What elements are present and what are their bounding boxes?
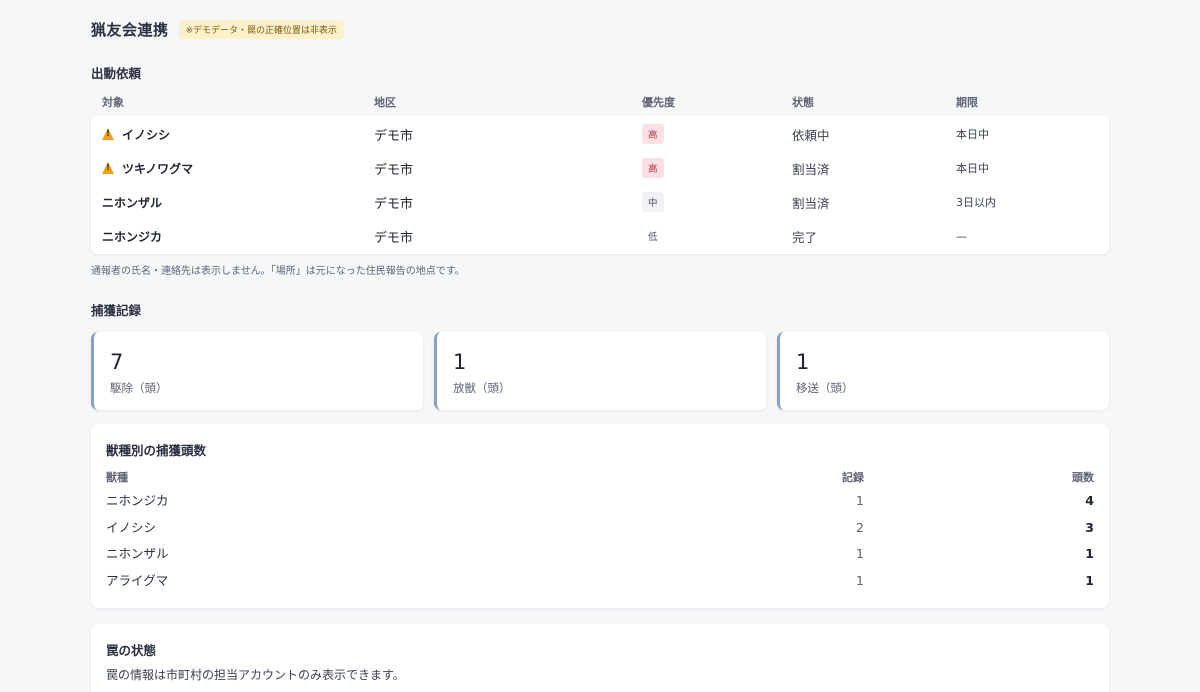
requests-table: イノシシ デモ市 高 依頼中 本日中 ツキノワグマ デモ市 高 割当済 本日中 … — [91, 116, 1109, 254]
trap-status-text: 罠の情報は市町村の担当アカウントのみ表示できます。 — [106, 668, 405, 682]
requests-section-title: 出動依頼 — [91, 66, 142, 81]
stat-label: 放獣（頭） — [453, 381, 511, 395]
column-header-area: 地区 — [374, 96, 396, 109]
priority-badge: 高 — [642, 124, 664, 144]
species-count: 4 — [1085, 493, 1094, 508]
demo-data-badge: ※デモデータ・罠の正確位置は非表示 — [178, 19, 345, 39]
species-name: イノシシ — [106, 520, 157, 535]
request-status: 割当済 — [792, 161, 830, 177]
table-row: アライグマ 1 1 — [91, 568, 1109, 594]
request-target-label: ニホンジカ — [102, 229, 163, 244]
request-status: 割当済 — [792, 195, 830, 211]
table-row[interactable]: ニホンザル デモ市 中 割当済 3日以内 — [91, 185, 1109, 219]
warning-icon — [102, 128, 114, 140]
request-deadline: 本日中 — [956, 128, 989, 141]
request-priority: 低 — [642, 219, 664, 253]
table-row[interactable]: イノシシ デモ市 高 依頼中 本日中 — [91, 117, 1109, 151]
request-area: デモ市 — [374, 230, 414, 246]
stat-value: 1 — [796, 350, 810, 374]
table-row[interactable]: ニホンジカ デモ市 低 完了 — — [91, 219, 1109, 253]
species-capture-table: 獣種別の捕獲頭数 獣種 記録 頭数 ニホンジカ 1 4 イノシシ 2 3 ニホン… — [91, 424, 1109, 608]
column-header-status: 状態 — [792, 96, 814, 109]
request-area: デモ市 — [374, 162, 414, 178]
request-target-label: ツキノワグマ — [122, 161, 194, 176]
priority-badge: 高 — [642, 158, 664, 178]
column-header-target: 対象 — [102, 96, 124, 109]
stat-value: 7 — [110, 350, 124, 374]
column-header-count: 頭数 — [1072, 471, 1094, 484]
request-priority: 高 — [642, 117, 664, 151]
species-name: アライグマ — [106, 573, 169, 588]
stat-card-relocated: 1 移送（頭） — [777, 332, 1109, 410]
request-deadline: 3日以内 — [956, 196, 996, 209]
column-header-priority: 優先度 — [642, 96, 675, 109]
stat-label: 駆除（頭） — [110, 381, 168, 395]
table-row: イノシシ 2 3 — [91, 515, 1109, 541]
column-header-deadline: 期限 — [956, 96, 978, 109]
species-count: 3 — [1085, 520, 1094, 535]
species-count: 1 — [1085, 546, 1094, 561]
privacy-note: 通報者の氏名・連絡先は表示しません。「場所」は元になった住民報告の地点です。 — [91, 266, 465, 277]
species-table-header: 獣種 記録 頭数 — [91, 470, 1109, 486]
stat-card-released: 1 放獣（頭） — [434, 332, 766, 410]
stat-value: 1 — [453, 350, 467, 374]
table-row: ニホンジカ 1 4 — [91, 488, 1109, 514]
requests-table-header: 対象 地区 優先度 状態 期限 — [91, 94, 1109, 112]
request-priority: 中 — [642, 185, 664, 219]
request-target: イノシシ — [102, 117, 170, 151]
page-title: 猟友会連携 — [91, 20, 169, 39]
species-name: ニホンザル — [106, 546, 169, 561]
table-row[interactable]: ツキノワグマ デモ市 高 割当済 本日中 — [91, 151, 1109, 185]
request-status: 完了 — [792, 229, 818, 245]
request-target: ニホンザル — [102, 185, 162, 219]
trap-status-title: 罠の状態 — [106, 643, 157, 658]
stat-label: 移送（頭） — [796, 381, 854, 395]
page-header: 猟友会連携 ※デモデータ・罠の正確位置は非表示 — [91, 18, 345, 40]
request-status: 依頼中 — [792, 127, 830, 143]
request-target: ツキノワグマ — [102, 151, 193, 185]
request-area: デモ市 — [374, 196, 414, 212]
request-target-label: イノシシ — [122, 127, 171, 142]
request-area: デモ市 — [374, 128, 414, 144]
species-records: 1 — [856, 546, 864, 561]
captures-section-title: 捕獲記録 — [91, 303, 142, 318]
request-deadline: — — [956, 229, 967, 243]
species-records: 1 — [856, 573, 864, 588]
stat-card-culled: 7 駆除（頭） — [91, 332, 423, 410]
column-header-records: 記録 — [842, 471, 864, 484]
request-target: ニホンジカ — [102, 219, 162, 253]
priority-badge: 中 — [642, 192, 664, 212]
priority-badge: 低 — [648, 232, 658, 243]
table-row: ニホンザル 1 1 — [91, 541, 1109, 567]
species-count: 1 — [1085, 573, 1094, 588]
request-target-label: ニホンザル — [102, 195, 163, 210]
species-records: 1 — [856, 493, 864, 508]
species-name: ニホンジカ — [106, 493, 169, 508]
species-records: 2 — [856, 520, 864, 535]
column-header-species: 獣種 — [106, 471, 128, 484]
trap-status-card: 罠の状態 罠の情報は市町村の担当アカウントのみ表示できます。 — [91, 624, 1109, 692]
warning-icon — [102, 162, 114, 174]
request-priority: 高 — [642, 151, 664, 185]
species-table-title: 獣種別の捕獲頭数 — [106, 443, 207, 458]
request-deadline: 本日中 — [956, 162, 989, 175]
